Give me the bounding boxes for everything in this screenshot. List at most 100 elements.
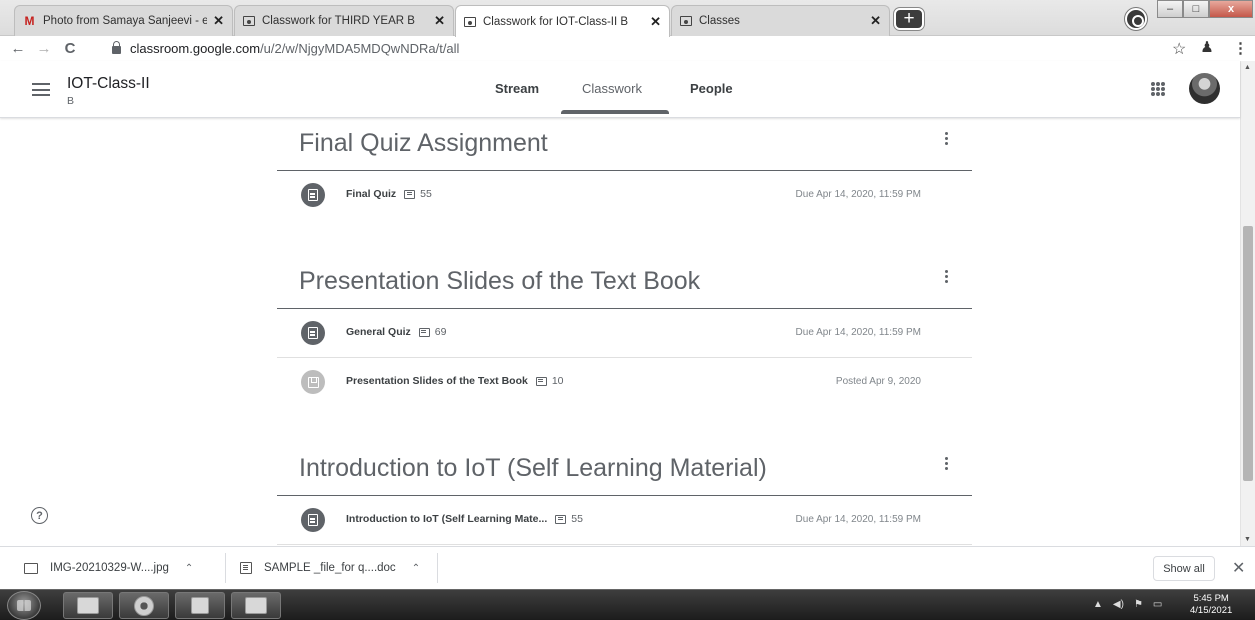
classwork-item[interactable]: Final Quiz 55 Due Apr 14, 2020, 11:59 PM <box>277 171 972 220</box>
start-button[interactable] <box>7 591 41 620</box>
topic-more-options-icon[interactable] <box>945 457 949 472</box>
chevron-up-icon[interactable]: ⌃ <box>412 563 420 574</box>
comment-icon <box>418 327 430 337</box>
lock-icon <box>112 41 121 54</box>
chrome-icon[interactable] <box>119 592 169 619</box>
new-tab-button[interactable]: + <box>894 8 924 30</box>
volume-icon[interactable]: ◀) <box>1113 599 1124 610</box>
reload-button[interactable]: C <box>57 40 83 57</box>
classroom-icon <box>243 16 255 26</box>
network-icon[interactable]: ▭ <box>1153 599 1162 610</box>
download-filename: IMG-20210329-W....jpg <box>50 562 169 574</box>
tab-title: Classwork for IOT-Class-II B <box>483 15 629 28</box>
item-due-date: Due Apr 14, 2020, 11:59 PM <box>795 189 921 200</box>
tab-stream[interactable]: Stream <box>495 81 539 96</box>
minimize-button[interactable]: – <box>1157 0 1183 18</box>
comment-count: 10 <box>551 375 564 387</box>
comment-icon <box>404 189 416 199</box>
classwork-item[interactable]: Presentation Slides of the Text Book 10 … <box>277 358 972 407</box>
close-tab-icon[interactable]: ✕ <box>650 14 661 30</box>
browser-tab-third-year[interactable]: Classwork for THIRD YEAR B ✕ <box>234 5 454 36</box>
topic-section: Final Quiz Assignment Final Quiz 55 Due … <box>277 118 972 220</box>
url-host: classroom.google.com <box>130 41 261 56</box>
close-tab-icon[interactable]: ✕ <box>434 13 445 29</box>
window-preview-icon[interactable] <box>231 592 281 619</box>
action-center-flag-icon[interactable]: ⚑ <box>1134 599 1143 610</box>
chevron-up-icon[interactable]: ⌃ <box>185 563 193 574</box>
scroll-thumb[interactable] <box>1243 226 1253 481</box>
scroll-up-arrow-icon[interactable]: ▲ <box>1244 64 1251 71</box>
item-due-date: Due Apr 14, 2020, 11:59 PM <box>795 514 921 525</box>
classwork-content: Final Quiz Assignment Final Quiz 55 Due … <box>0 118 1240 546</box>
browser-menu-icon[interactable]: ⋮ <box>1233 39 1248 57</box>
extension-icon[interactable]: ♟ <box>1198 38 1216 58</box>
browser-tab-gmail[interactable]: M Photo from Samaya Sanjeevi - en ✕ <box>14 5 233 36</box>
tab-title: Classwork for THIRD YEAR B <box>262 15 415 27</box>
avatar[interactable] <box>1189 73 1220 104</box>
classroom-header: IOT-Class-II B Stream Classwork People <box>0 61 1240 118</box>
material-icon <box>301 370 325 394</box>
browser-tab-strip: M Photo from Samaya Sanjeevi - en ✕ Clas… <box>0 0 1255 37</box>
file-explorer-icon[interactable] <box>63 592 113 619</box>
window-close-button[interactable]: x <box>1209 0 1253 18</box>
taskbar-clock[interactable]: 5:45 PM 4/15/2021 <box>1190 593 1232 617</box>
close-downloads-icon[interactable]: ✕ <box>1232 558 1245 578</box>
back-button[interactable]: ← <box>5 40 31 57</box>
topic-title[interactable]: Introduction to IoT (Self Learning Mater… <box>277 443 972 495</box>
clock-time: 5:45 PM <box>1193 593 1229 604</box>
item-title-row: Introduction to IoT (Self Learning Mate.… <box>346 513 583 525</box>
download-item[interactable]: IMG-20210329-W....jpg ⌃ <box>24 557 193 579</box>
selected-tab-indicator <box>561 110 669 114</box>
tray-expand-icon[interactable]: ▲ <box>1093 599 1103 610</box>
maximize-button[interactable]: □ <box>1183 0 1209 18</box>
topic-title[interactable]: Presentation Slides of the Text Book <box>277 256 972 308</box>
class-title[interactable]: IOT-Class-II <box>67 75 150 93</box>
download-divider <box>437 553 438 583</box>
tab-people[interactable]: People <box>690 81 733 96</box>
topic-more-options-icon[interactable] <box>945 270 949 285</box>
topic-more-options-icon[interactable] <box>945 132 949 147</box>
classroom-icon <box>680 16 692 26</box>
comment-count: 69 <box>434 326 447 338</box>
show-all-downloads-button[interactable]: Show all <box>1153 556 1215 581</box>
forward-button[interactable]: → <box>31 40 57 57</box>
url-path: /u/2/w/NjgyMDA5MDQwNDRa/t/all <box>260 41 460 56</box>
assignment-icon <box>301 183 325 207</box>
item-posted-date: Posted Apr 9, 2020 <box>835 376 921 387</box>
classwork-item[interactable]: General Quiz 69 Due Apr 14, 2020, 11:59 … <box>277 309 972 358</box>
close-tab-icon[interactable]: ✕ <box>870 13 881 29</box>
browser-tab-iot-class[interactable]: Classwork for IOT-Class-II B ✕ <box>455 5 670 37</box>
download-divider <box>225 553 226 583</box>
assignment-icon <box>301 508 325 532</box>
browser-tab-classes[interactable]: Classes ✕ <box>671 5 890 36</box>
help-icon[interactable]: ? <box>31 507 48 524</box>
tab-classwork[interactable]: Classwork <box>582 81 642 96</box>
class-section: B <box>67 95 75 107</box>
google-apps-icon[interactable] <box>1151 82 1165 96</box>
topic-section: Presentation Slides of the Text Book Gen… <box>277 256 972 407</box>
scroll-down-arrow-icon[interactable]: ▼ <box>1244 536 1251 543</box>
topic-title[interactable]: Final Quiz Assignment <box>277 118 972 170</box>
item-title-row: Presentation Slides of the Text Book 10 <box>346 375 564 387</box>
gmail-icon: M <box>24 14 35 28</box>
browser-profile-icon[interactable] <box>1125 8 1147 30</box>
item-due-date: Due Apr 14, 2020, 11:59 PM <box>795 327 921 338</box>
comment-count: 55 <box>571 513 583 525</box>
word-icon[interactable] <box>175 592 225 619</box>
item-title: Presentation Slides of the Text Book <box>346 375 528 387</box>
close-tab-icon[interactable]: ✕ <box>213 13 224 29</box>
tab-title: Classes <box>699 15 740 27</box>
page-scrollbar[interactable]: ▲ ▼ <box>1240 61 1255 546</box>
comment-count: 55 <box>420 188 432 200</box>
bookmark-star-icon[interactable]: ☆ <box>1172 39 1186 59</box>
comment-icon <box>535 376 547 386</box>
download-item[interactable]: SAMPLE _file_for q....doc ⌃ <box>240 557 420 579</box>
browser-toolbar: ← → C classroom.google.com/u/2/w/NjgyMDA… <box>0 36 1255 61</box>
item-title: Final Quiz <box>346 188 397 200</box>
address-bar[interactable]: classroom.google.com/u/2/w/NjgyMDA5MDQwN… <box>112 38 459 59</box>
item-title-row: Final Quiz 55 <box>346 188 432 200</box>
comment-icon <box>555 514 567 524</box>
main-menu-icon[interactable] <box>32 83 50 96</box>
classwork-item[interactable]: Introduction to IoT (Self Learning Mate.… <box>277 496 972 545</box>
classroom-icon <box>464 16 476 27</box>
